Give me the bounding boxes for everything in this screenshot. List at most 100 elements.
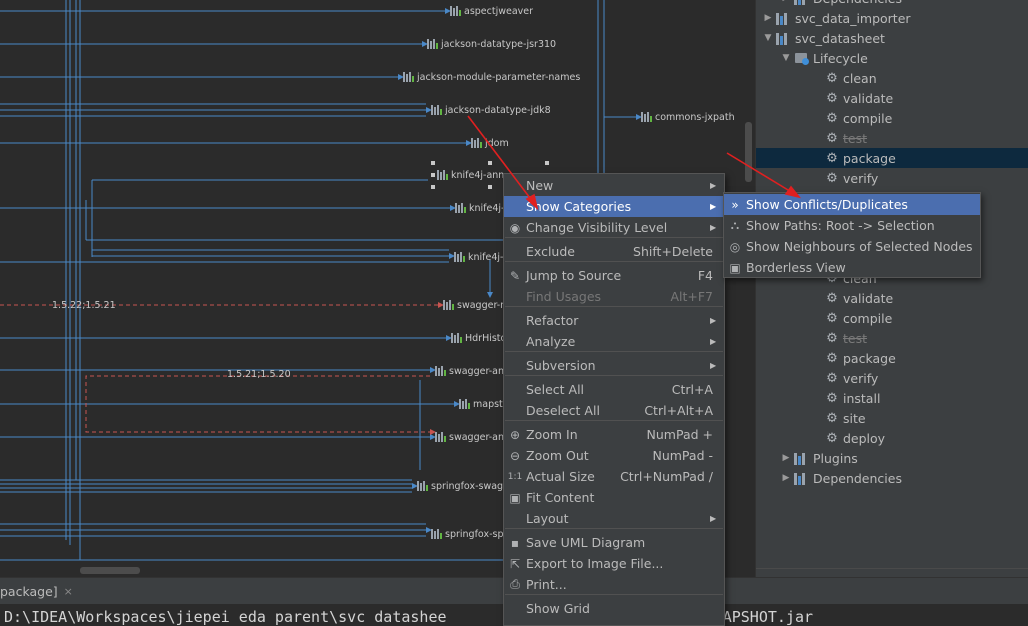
- menu-item-export-to-image-file[interactable]: ⇱ Export to Image File...: [504, 553, 724, 574]
- menu-item-fit-content[interactable]: ▣ Fit Content: [504, 487, 724, 508]
- tree-item[interactable]: ⚙ package: [756, 148, 1028, 168]
- gear-icon: ⚙: [826, 310, 838, 326]
- tree-horizontal-scrollbar[interactable]: [756, 568, 1028, 577]
- menu-item-print[interactable]: ⎙ Print...: [504, 574, 724, 595]
- menu-item-select-all[interactable]: Select All Ctrl+A: [504, 379, 724, 400]
- menu-item-jump-to-source[interactable]: ✎ Jump to Source F4: [504, 265, 724, 286]
- menu-item-layout[interactable]: Layout ▶: [504, 508, 724, 529]
- menu-item-save-uml-diagram[interactable]: ▪ Save UML Diagram: [504, 532, 724, 553]
- tree-item[interactable]: ⚙ package: [756, 348, 1028, 368]
- dependency-node[interactable]: swagger-ann: [435, 364, 510, 378]
- submenu-item-show-neighbours-of-selected-nodes[interactable]: ◎ Show Neighbours of Selected Nodes: [724, 236, 980, 257]
- expanded-arrow-icon[interactable]: ▼: [780, 53, 792, 63]
- menu-item-label: Exclude: [526, 244, 575, 259]
- dependency-node[interactable]: mapstr: [459, 397, 507, 411]
- selection-handle[interactable]: [545, 161, 549, 165]
- menu-item-zoom-out[interactable]: ⊖ Zoom Out NumPad -: [504, 445, 724, 466]
- dependency-node[interactable]: swagger-ann: [435, 430, 510, 444]
- menu-item-deselect-all[interactable]: Deselect All Ctrl+Alt+A: [504, 400, 724, 421]
- dependency-node[interactable]: swagger-m: [443, 298, 509, 312]
- menu-shortcut: F4: [697, 268, 713, 283]
- tree-item[interactable]: ⚙ compile: [756, 108, 1028, 128]
- close-icon[interactable]: ×: [64, 585, 73, 598]
- tree-item[interactable]: ⚙ test: [756, 328, 1028, 348]
- export-icon: ⇱: [509, 556, 521, 571]
- dependency-node[interactable]: jackson-datatype-jdk8: [431, 103, 551, 117]
- menu-shortcut: NumPad -: [652, 448, 713, 463]
- expanded-arrow-icon[interactable]: ▼: [762, 33, 774, 43]
- tree-item[interactable]: ⚙ clean: [756, 68, 1028, 88]
- dependency-node[interactable]: commons-jxpath: [641, 110, 735, 124]
- dependency-node[interactable]: springfox-swagg: [417, 479, 509, 493]
- dependency-node[interactable]: jackson-module-parameter-names: [403, 70, 580, 84]
- submenu-item-show-conflicts-duplicates[interactable]: » Show Conflicts/Duplicates: [724, 194, 980, 215]
- tree-item[interactable]: ▼ Lifecycle: [756, 48, 1028, 68]
- menu-item-show-grid[interactable]: Show Grid: [504, 598, 724, 619]
- tree-item[interactable]: ▶ svc_data_importer: [756, 8, 1028, 28]
- tree-item[interactable]: ▶ Dependencies: [756, 0, 1028, 8]
- submenu-item-borderless-view[interactable]: ▣ Borderless View: [724, 257, 980, 278]
- tree-item-label: install: [843, 390, 881, 406]
- diagram-horizontal-scrollbar[interactable]: [80, 567, 140, 574]
- menu-item-subversion[interactable]: Subversion ▶: [504, 355, 724, 376]
- tree-item[interactable]: ⚙ verify: [756, 368, 1028, 388]
- collapsed-arrow-icon[interactable]: ▶: [780, 0, 792, 3]
- tree-item-label: test: [843, 330, 868, 346]
- gear-icon: ⚙: [826, 70, 838, 86]
- module-icon: [776, 11, 792, 25]
- menu-item-zoom-in[interactable]: ⊕ Zoom In NumPad +: [504, 424, 724, 445]
- dependency-node[interactable]: springfox-sp: [431, 527, 503, 541]
- tree-item-label: deploy: [843, 430, 886, 446]
- tree-item-label: validate: [843, 290, 894, 306]
- diagram-vertical-scrollbar[interactable]: [745, 122, 752, 182]
- tree-item[interactable]: ⚙ validate: [756, 288, 1028, 308]
- collapsed-arrow-icon[interactable]: ▶: [762, 13, 774, 23]
- selection-handle[interactable]: [488, 161, 492, 165]
- dependency-node[interactable]: HdrHisto: [451, 331, 506, 345]
- menu-item-find-usages: Find Usages Alt+F7: [504, 286, 724, 307]
- selection-handle[interactable]: [431, 173, 435, 177]
- menu-item-show-categories[interactable]: Show Categories ▶: [504, 196, 724, 217]
- dependency-node[interactable]: knife4j-c: [455, 201, 510, 215]
- submenu-arrow-icon: ▶: [710, 316, 717, 325]
- menu-item-exclude[interactable]: Exclude Shift+Delete: [504, 241, 724, 262]
- menu-item-actual-size[interactable]: 1:1 Actual Size Ctrl+NumPad /: [504, 466, 724, 487]
- tree-item[interactable]: ⚙ compile: [756, 308, 1028, 328]
- gear-icon: ⚙: [826, 410, 838, 426]
- menu-shortcut: Ctrl+A: [671, 382, 713, 397]
- dependency-node[interactable]: knife4j-ann: [437, 168, 504, 182]
- tree-item[interactable]: ⚙ test: [756, 128, 1028, 148]
- tree-item[interactable]: ⚙ deploy: [756, 428, 1028, 448]
- dependency-node[interactable]: jackson-datatype-jsr310: [427, 37, 556, 51]
- library-icon: [431, 529, 442, 539]
- collapsed-arrow-icon[interactable]: ▶: [780, 453, 792, 463]
- menu-item-change-visibility-level[interactable]: ◉ Change Visibility Level ▶: [504, 217, 724, 238]
- tree-item[interactable]: ⚙ validate: [756, 88, 1028, 108]
- menu-item-label: Show Categories: [526, 199, 632, 214]
- selection-handle[interactable]: [431, 161, 435, 165]
- tree-item-label: site: [843, 410, 866, 426]
- selection-handle[interactable]: [431, 185, 435, 189]
- menu-item-refactor[interactable]: Refactor ▶: [504, 310, 724, 331]
- library-icon: [417, 481, 428, 491]
- dependencies-icon: [794, 0, 810, 5]
- submenu-item-show-paths-root-selection[interactable]: ⛬ Show Paths: Root -> Selection: [724, 215, 980, 236]
- menu-item-label: Jump to Source: [526, 268, 622, 283]
- tree-item[interactable]: ▶ Plugins: [756, 448, 1028, 468]
- tree-item[interactable]: ▶ Dependencies: [756, 468, 1028, 488]
- run-tab[interactable]: package] ×: [0, 584, 73, 599]
- menu-item-new[interactable]: New ▶: [504, 175, 724, 196]
- tree-item[interactable]: ⚙ verify: [756, 168, 1028, 188]
- tree-item[interactable]: ⚙ install: [756, 388, 1028, 408]
- conflicts-icon: »: [731, 197, 739, 212]
- tree-item[interactable]: ▼ svc_datasheet: [756, 28, 1028, 48]
- selection-handle[interactable]: [488, 185, 492, 189]
- collapsed-arrow-icon[interactable]: ▶: [780, 473, 792, 483]
- maven-projects-tree[interactable]: ▶Dependencies▶svc_data_importer▼svc_data…: [755, 0, 1028, 577]
- tree-item[interactable]: ⚙ site: [756, 408, 1028, 428]
- dependency-node[interactable]: aspectjweaver: [450, 4, 533, 18]
- dependency-node[interactable]: jdom: [471, 136, 509, 150]
- menu-item-label: Show Grid: [526, 601, 590, 616]
- menu-item-analyze[interactable]: Analyze ▶: [504, 331, 724, 352]
- gear-icon: ⚙: [826, 330, 838, 346]
